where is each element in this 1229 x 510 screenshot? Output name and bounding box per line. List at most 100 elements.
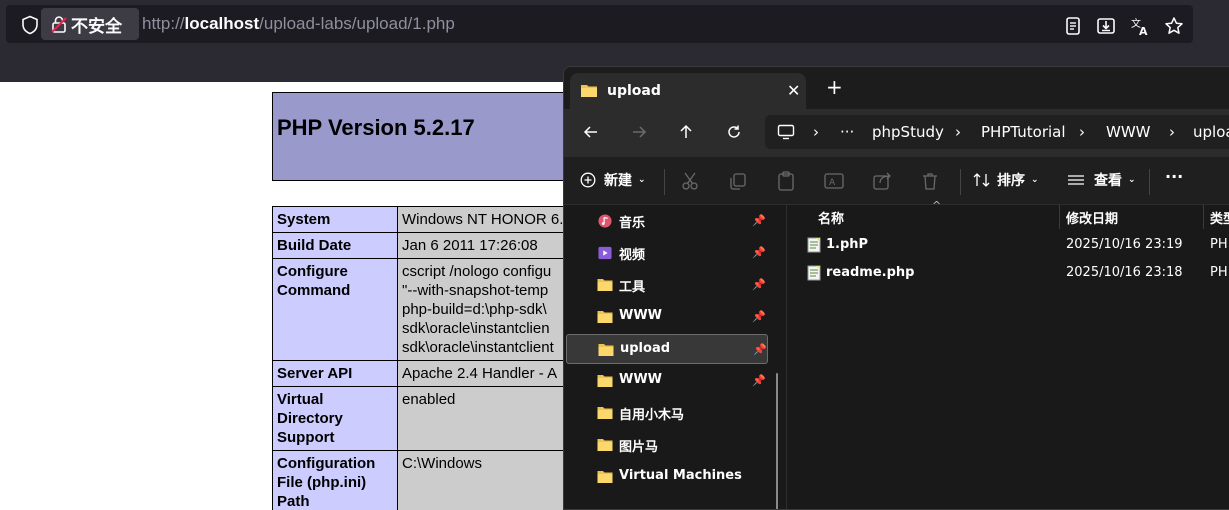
paste-icon bbox=[778, 171, 794, 191]
svg-text:A: A bbox=[1139, 25, 1148, 36]
table-row: Configure Command cscript /nologo configu… bbox=[272, 258, 592, 361]
breadcrumb-item[interactable]: PHPTutorial bbox=[981, 123, 1066, 141]
breadcrumb[interactable]: › ··· phpStudy › PHPTutorial › WWW › upl… bbox=[765, 115, 1229, 149]
table-row: Build Date Jan 6 2011 17:26:08 bbox=[272, 232, 592, 259]
file-explorer-window: upload ✕ + › ··· phpStudy › PHPTutorial … bbox=[563, 66, 1229, 510]
rename-icon: A bbox=[824, 173, 844, 189]
folder-icon bbox=[597, 471, 613, 483]
svg-text:A: A bbox=[829, 178, 836, 188]
plus-circle-icon bbox=[580, 172, 596, 188]
column-header-name[interactable]: 名称 bbox=[818, 208, 844, 227]
table-key: Build Date bbox=[272, 232, 398, 259]
pin-icon[interactable]: 📌 bbox=[752, 310, 766, 323]
chevron-right-icon: › bbox=[955, 123, 961, 141]
tab-strip: upload ✕ + bbox=[564, 67, 1229, 109]
view-button[interactable]: 查看 ⌄ bbox=[1067, 170, 1136, 190]
pin-icon[interactable]: 📌 bbox=[752, 214, 766, 227]
breadcrumb-item[interactable]: WWW bbox=[1106, 123, 1151, 141]
breadcrumb-item[interactable]: phpStudy bbox=[872, 123, 944, 141]
php-file-icon bbox=[807, 265, 821, 281]
nav-label: 视频 bbox=[619, 248, 646, 263]
music-icon bbox=[598, 214, 612, 228]
share-icon bbox=[873, 172, 891, 190]
sort-button[interactable]: 排序 ⌄ bbox=[973, 170, 1039, 190]
column-header-modified[interactable]: 修改日期 bbox=[1066, 208, 1118, 227]
table-key: Virtual Directory Support bbox=[272, 386, 398, 451]
file-list: 名称 ^ 修改日期 类型 1.phP 2025/10/16 23:19 PH r… bbox=[787, 199, 1229, 509]
up-arrow-icon[interactable] bbox=[675, 121, 697, 143]
reader-view-icon[interactable] bbox=[1063, 16, 1083, 36]
nav-label: 音乐 bbox=[619, 216, 646, 231]
php-version-title: PHP Version 5.2.17 bbox=[277, 115, 475, 140]
breadcrumb-item[interactable]: uploa bbox=[1193, 123, 1229, 141]
back-arrow-icon[interactable] bbox=[580, 121, 602, 143]
navigation-bar: › ··· phpStudy › PHPTutorial › WWW › upl… bbox=[564, 109, 1229, 157]
nav-label: WWW bbox=[619, 372, 663, 387]
sort-icon bbox=[973, 173, 990, 187]
file-name: readme.php bbox=[826, 265, 915, 280]
address-bar[interactable]: 不安全 http://localhost/upload-labs/upload/… bbox=[6, 5, 1193, 43]
shield-icon[interactable] bbox=[20, 15, 40, 35]
file-date: 2025/10/16 23:19 bbox=[1066, 237, 1183, 252]
url-scheme: http:// bbox=[142, 14, 185, 33]
nav-item-www[interactable]: WWW 📌 bbox=[566, 302, 768, 332]
computer-icon[interactable] bbox=[777, 124, 795, 140]
new-button[interactable]: 新建 ⌄ bbox=[580, 170, 646, 190]
chevron-down-icon: ⌄ bbox=[1128, 175, 1136, 185]
tab-upload[interactable]: upload ✕ bbox=[570, 73, 806, 109]
table-row[interactable]: 1.phP 2025/10/16 23:19 PH bbox=[787, 232, 1229, 258]
chevron-right-icon: › bbox=[1079, 123, 1085, 141]
nav-item-music[interactable]: 音乐 📌 bbox=[566, 206, 768, 236]
divider[interactable] bbox=[1059, 205, 1060, 229]
sort-label: 排序 bbox=[997, 173, 1025, 189]
view-lines-icon bbox=[1068, 175, 1084, 185]
pin-icon[interactable]: 📌 bbox=[752, 374, 766, 387]
divider bbox=[664, 169, 665, 195]
tab-label: upload bbox=[607, 83, 661, 99]
nav-item-tools[interactable]: 工具 📌 bbox=[566, 270, 768, 300]
broken-lock-icon bbox=[51, 16, 67, 33]
scrollbar[interactable] bbox=[776, 373, 778, 509]
pin-icon[interactable]: 📌 bbox=[752, 246, 766, 259]
download-icon[interactable] bbox=[1096, 16, 1116, 36]
url-text[interactable]: http://localhost/upload-labs/upload/1.ph… bbox=[142, 14, 455, 34]
nav-item-virtual-machines[interactable]: Virtual Machines bbox=[566, 462, 768, 492]
url-path: /upload-labs/upload/1.php bbox=[259, 14, 455, 33]
table-row: System Windows NT HONOR 6. bbox=[272, 206, 592, 233]
pin-icon[interactable]: 📌 bbox=[752, 278, 766, 291]
translate-icon[interactable]: 文A bbox=[1130, 16, 1150, 36]
delete-icon bbox=[923, 173, 937, 190]
connection-insecure-button[interactable]: 不安全 bbox=[41, 8, 139, 40]
table-row: Configuration File (php.ini) Path C:\Wind… bbox=[272, 450, 592, 510]
divider bbox=[960, 169, 961, 195]
insecure-label: 不安全 bbox=[71, 16, 122, 37]
new-tab-plus-icon[interactable]: + bbox=[826, 77, 843, 97]
cut-icon bbox=[682, 172, 698, 190]
more-options-icon[interactable]: ··· bbox=[1165, 167, 1183, 186]
nav-item-video[interactable]: 视频 📌 bbox=[566, 238, 768, 268]
column-header-type[interactable]: 类型 bbox=[1210, 208, 1229, 227]
refresh-icon[interactable] bbox=[723, 121, 745, 143]
chevron-down-icon: ⌄ bbox=[638, 175, 646, 185]
pin-icon[interactable]: 📌 bbox=[753, 343, 767, 356]
phpinfo-table: System Windows NT HONOR 6. Build Date Jan … bbox=[272, 206, 592, 510]
nav-item-image-horse[interactable]: 图片马 bbox=[566, 430, 768, 460]
chevron-right-icon: › bbox=[813, 123, 819, 141]
url-host: localhost bbox=[184, 14, 260, 33]
nav-item-www[interactable]: WWW 📌 bbox=[566, 366, 768, 396]
table-row: Virtual Directory Support enabled bbox=[272, 386, 592, 451]
nav-item-upload[interactable]: upload 📌 bbox=[566, 334, 768, 364]
folder-icon bbox=[597, 311, 613, 323]
folder-icon bbox=[581, 85, 597, 97]
close-icon[interactable]: ✕ bbox=[787, 81, 800, 100]
table-row: Server API Apache 2.4 Handler - A bbox=[272, 360, 592, 387]
bookmark-star-icon[interactable] bbox=[1164, 16, 1184, 36]
table-row[interactable]: readme.php 2025/10/16 23:18 PH bbox=[787, 260, 1229, 286]
divider[interactable] bbox=[1203, 205, 1204, 229]
nav-item-trojan[interactable]: 自用小木马 bbox=[566, 398, 768, 428]
file-name: 1.phP bbox=[826, 237, 869, 252]
file-type: PH bbox=[1210, 265, 1228, 280]
chevron-down-icon: ⌄ bbox=[1031, 175, 1039, 185]
nav-label: 工具 bbox=[619, 280, 646, 295]
more-icon[interactable]: ··· bbox=[840, 123, 854, 141]
